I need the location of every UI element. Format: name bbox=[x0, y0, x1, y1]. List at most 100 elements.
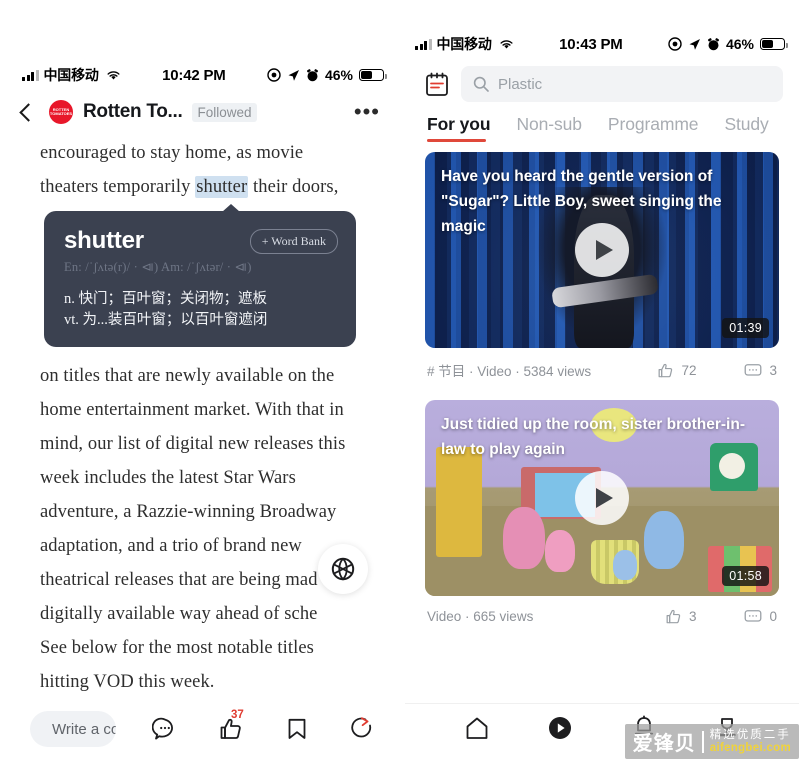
like-icon[interactable]: 37 bbox=[218, 709, 244, 742]
wifi-icon bbox=[107, 70, 120, 80]
watermark-brand: 爱锋贝 bbox=[632, 733, 696, 755]
phonetics-row[interactable]: En: /ˈʃʌtə(r)/ · ⧏) Am: /ˈʃʌtər/ · ⧏) bbox=[64, 259, 338, 275]
article-line: adaptation, and a trio of brand new bbox=[40, 536, 302, 556]
article-line: hitting VOD this week. bbox=[40, 672, 215, 692]
bookmark-icon[interactable] bbox=[284, 716, 310, 742]
globe-icon[interactable] bbox=[318, 544, 368, 594]
location-arrow-icon bbox=[288, 69, 299, 81]
site-watermark: 爱锋贝 精选优质二手 aifengbei.com bbox=[624, 724, 799, 759]
location-arrow-icon bbox=[689, 38, 700, 50]
article-line: home entertainment market. With that in bbox=[40, 400, 344, 420]
publisher-logo[interactable]: ROTTEN TOMATOES bbox=[49, 100, 73, 124]
add-to-word-bank-button[interactable]: + Word Bank bbox=[249, 228, 338, 254]
thumbs-up-icon bbox=[666, 609, 681, 624]
article-line: encouraged to stay home, as movie bbox=[40, 143, 304, 163]
video-title: Just tidied up the room, sister brother-… bbox=[441, 416, 745, 458]
alarm-icon bbox=[306, 68, 318, 81]
play-button[interactable] bbox=[575, 223, 629, 277]
video-meta-row: Video · 665 views 3 0 bbox=[425, 596, 779, 641]
definition-line: n. 快门；百叶窗；关闭物；遮板 bbox=[64, 291, 267, 307]
carrier-label: 中国移动 bbox=[43, 67, 99, 83]
clock-label: 10:42 PM bbox=[162, 66, 226, 84]
selected-word[interactable]: shutter bbox=[195, 176, 249, 198]
back-button[interactable] bbox=[19, 102, 38, 122]
home-icon[interactable] bbox=[464, 715, 490, 741]
article-line: adventure, a Razzie-winning Broadway bbox=[40, 502, 337, 522]
search-row: Plastic bbox=[405, 60, 799, 112]
write-comment-input[interactable]: Write a comm bbox=[30, 711, 116, 747]
action-icons-group: 37 bbox=[151, 709, 376, 742]
comment-count: 0 bbox=[769, 609, 777, 624]
comment-bubble-icon bbox=[745, 363, 762, 376]
video-thumbnail[interactable]: Just tidied up the room, sister brother-… bbox=[425, 400, 779, 596]
article-line: theatrical releases that are being mad bbox=[40, 570, 318, 590]
dictionary-word: shutter bbox=[64, 227, 144, 254]
play-button[interactable] bbox=[575, 471, 629, 525]
video-feed: Have you heard the gentle version of "Su… bbox=[405, 142, 799, 641]
article-line: on titles that are newly available on th… bbox=[40, 366, 335, 386]
search-placeholder: Plastic bbox=[498, 75, 543, 93]
more-options-icon[interactable]: ••• bbox=[354, 101, 380, 123]
comment-icon[interactable] bbox=[151, 716, 178, 742]
watermark-tagline-en: aifengbei.com bbox=[709, 741, 791, 754]
like-stat[interactable]: 3 bbox=[665, 608, 696, 625]
status-left-group: 中国移动 bbox=[415, 34, 514, 54]
tab-programme[interactable]: Programme bbox=[608, 114, 699, 142]
video-duration: 01:39 bbox=[722, 318, 769, 338]
article-line: See below for the most notable titles bbox=[40, 638, 314, 658]
thumbnail-character bbox=[545, 530, 576, 573]
watermark-divider bbox=[701, 730, 704, 753]
tab-for-you[interactable]: For you bbox=[427, 114, 491, 142]
thumbs-up-icon bbox=[658, 363, 673, 377]
feed-tabs: For you Non-sub Programme Study bbox=[405, 112, 799, 142]
video-meta-text: Video · 665 views bbox=[427, 609, 534, 624]
globe-glyph bbox=[331, 557, 355, 581]
tab-study[interactable]: Study bbox=[724, 114, 768, 142]
video-meta-text: # 节目 · Video · 5384 views bbox=[427, 364, 592, 379]
cellular-signal-icon bbox=[415, 38, 432, 50]
status-right-group: 46% bbox=[267, 67, 387, 83]
search-input[interactable]: Plastic bbox=[461, 66, 783, 102]
publisher-name[interactable]: Rotten To... bbox=[83, 101, 183, 123]
alarm-icon bbox=[707, 37, 719, 50]
like-stat[interactable]: 72 bbox=[657, 362, 696, 379]
play-circle-icon[interactable] bbox=[547, 715, 573, 741]
video-meta-row: # 节目 · Video · 5384 views 72 3 bbox=[425, 348, 779, 396]
wifi-icon bbox=[500, 39, 513, 49]
article-action-bar: Write a comm 37 bbox=[0, 709, 400, 747]
article-line: week includes the latest Star Wars bbox=[40, 468, 296, 488]
article-line: mind, our list of digital new releases t… bbox=[40, 434, 346, 454]
video-card[interactable]: Have you heard the gentle version of "Su… bbox=[425, 152, 779, 396]
clock-label: 10:43 PM bbox=[559, 35, 623, 53]
status-left-group: 中国移动 bbox=[22, 65, 121, 85]
battery-percent-label: 46% bbox=[324, 67, 353, 83]
dictionary-header: shutter + Word Bank bbox=[64, 227, 338, 255]
screenshot-root: 中国移动 10:42 PM 46% ROTTEN TOMATOES Rotten… bbox=[0, 0, 799, 765]
article-text-pre: theaters temporarily bbox=[40, 177, 196, 197]
video-card[interactable]: Just tidied up the room, sister brother-… bbox=[425, 400, 779, 641]
video-duration: 01:58 bbox=[722, 566, 769, 586]
follow-status-badge[interactable]: Followed bbox=[192, 102, 257, 122]
comment-count: 3 bbox=[769, 362, 777, 378]
thumbnail-door bbox=[435, 447, 482, 557]
thumbnail-character bbox=[502, 506, 545, 569]
focus-icon bbox=[267, 68, 281, 82]
status-right-group: 46% bbox=[668, 36, 788, 52]
comment-stat[interactable]: 0 bbox=[744, 608, 777, 625]
left-phone-panel: 中国移动 10:42 PM 46% ROTTEN TOMATOES Rotten… bbox=[0, 58, 400, 765]
video-thumbnail[interactable]: Have you heard the gentle version of "Su… bbox=[425, 152, 779, 348]
watermark-tagline: 精选优质二手 aifengbei.com bbox=[710, 729, 791, 755]
video-stats: 3 0 bbox=[665, 608, 777, 625]
battery-icon bbox=[760, 38, 788, 50]
thumbnail-character bbox=[644, 510, 685, 569]
comment-bubble-icon bbox=[745, 610, 762, 622]
share-icon[interactable] bbox=[350, 716, 376, 742]
tab-non-sub[interactable]: Non-sub bbox=[516, 114, 582, 142]
comment-stat[interactable]: 3 bbox=[744, 362, 777, 379]
notebook-icon[interactable] bbox=[425, 72, 449, 97]
right-status-bar: 中国移动 10:43 PM 46% bbox=[405, 28, 799, 60]
definition-list: n. 快门；百叶窗；关闭物；遮板 vt. 为...装百叶窗；以百叶窗遮闭 bbox=[64, 289, 338, 331]
article-line-with-selection: theaters temporarily shutter their doors… bbox=[40, 170, 360, 204]
battery-percent-label: 46% bbox=[725, 36, 754, 52]
article-line: digitally available way ahead of sche bbox=[40, 604, 318, 624]
